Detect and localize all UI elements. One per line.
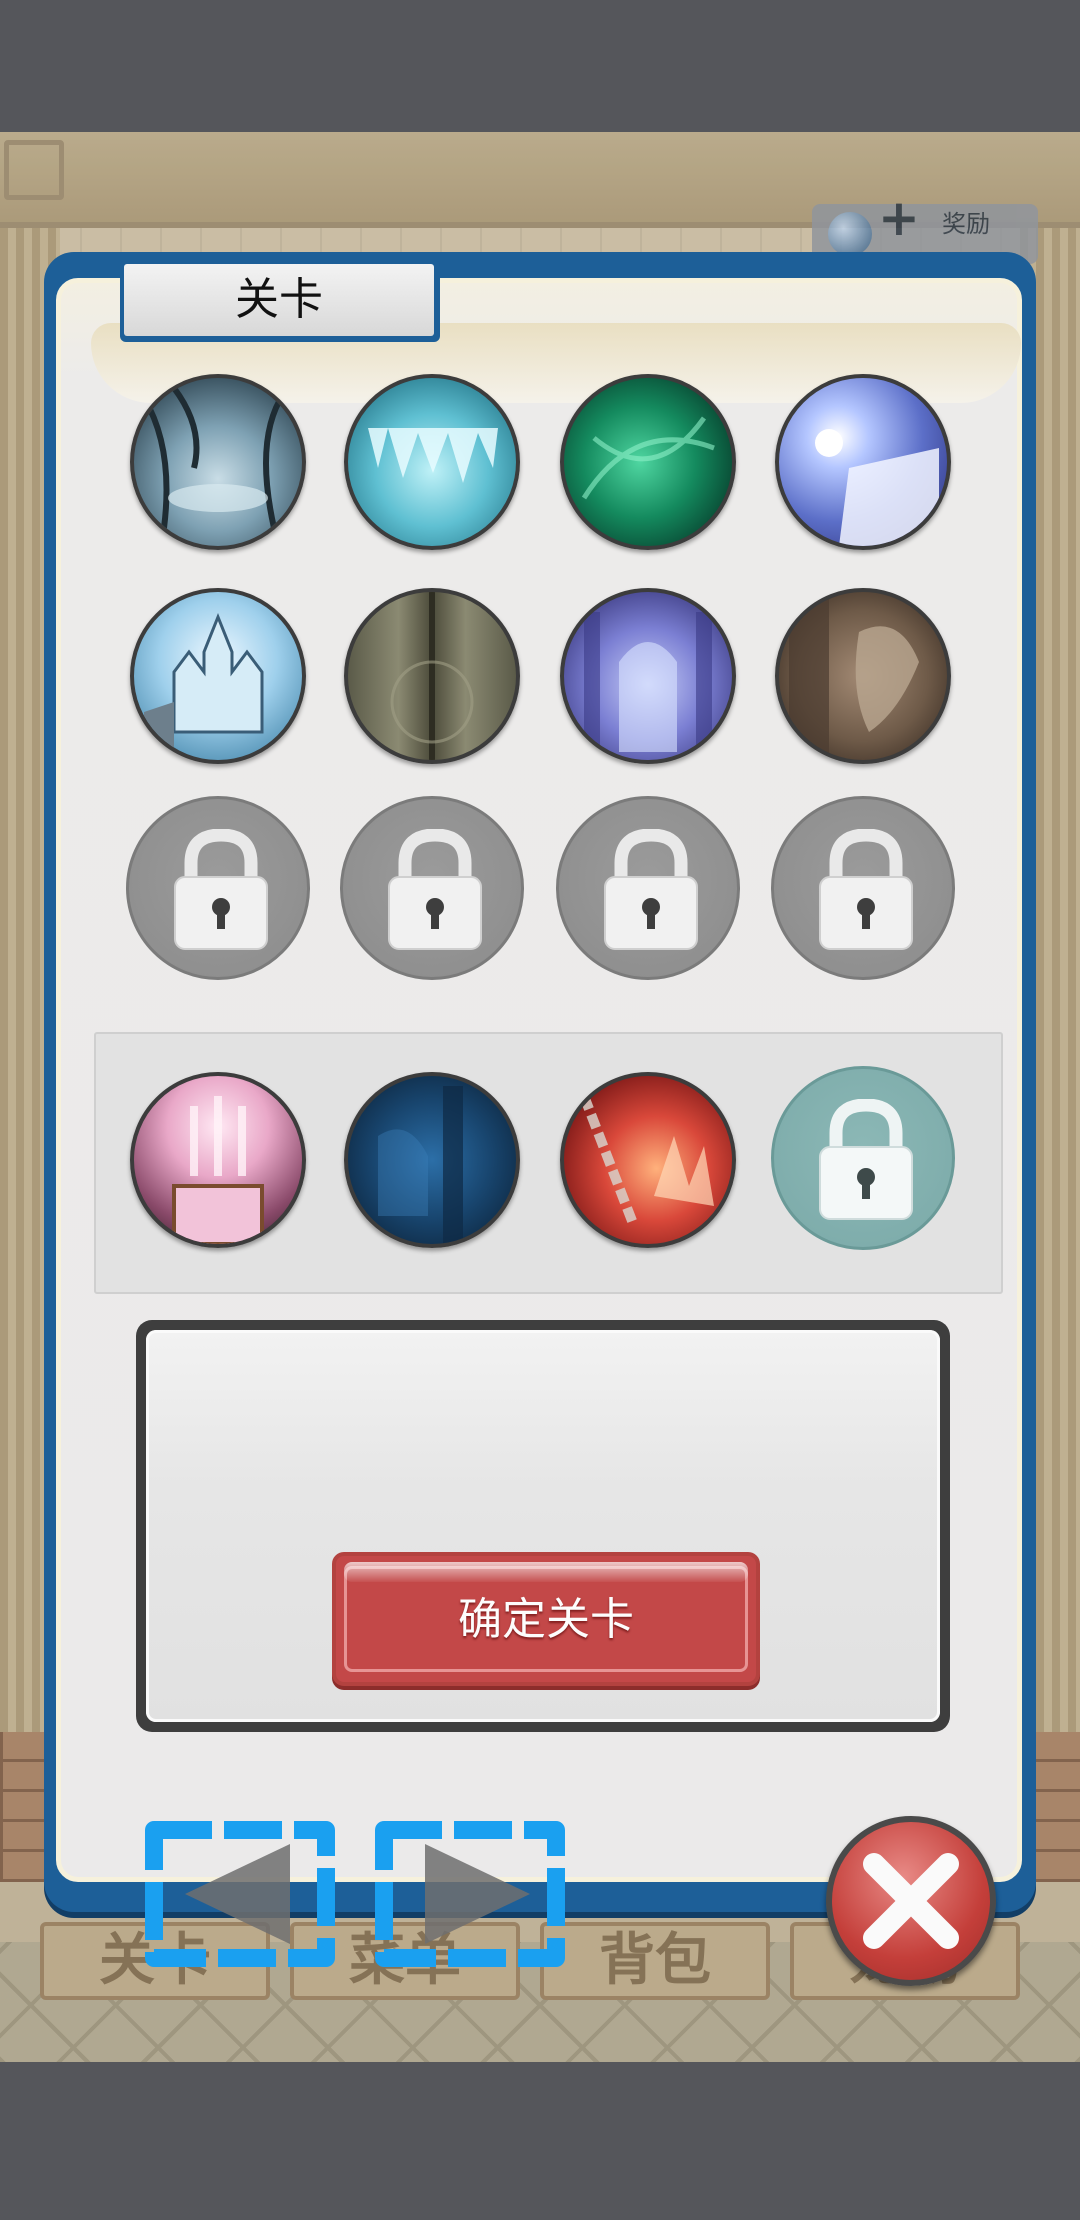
level-violet-hall[interactable] bbox=[560, 588, 736, 764]
dialog-title-tab: 关卡 bbox=[120, 260, 440, 342]
locked-level-slot[interactable] bbox=[340, 796, 524, 980]
level-crystal-castle[interactable] bbox=[130, 588, 306, 764]
level-gargoyle-library[interactable] bbox=[775, 588, 951, 764]
gargoyle-art bbox=[789, 592, 919, 760]
icicles-art bbox=[368, 428, 498, 483]
dialog-title: 关卡 bbox=[124, 264, 434, 336]
lock-icon bbox=[388, 829, 482, 950]
locked-special-level-slot[interactable] bbox=[771, 1066, 955, 1250]
lock-icon bbox=[604, 829, 698, 950]
inferno-chain-art bbox=[579, 1094, 714, 1228]
level-frozen-waterfall[interactable] bbox=[775, 374, 951, 550]
prev-page-button[interactable] bbox=[140, 1814, 340, 1974]
locked-level-slot[interactable] bbox=[126, 796, 310, 980]
right-arrow-icon bbox=[375, 1821, 565, 1967]
close-dialog-button[interactable] bbox=[826, 1816, 996, 1986]
confirm-level-button[interactable]: 确定关卡 bbox=[332, 1552, 760, 1686]
confirm-level-label: 确定关卡 bbox=[458, 1594, 634, 1645]
emerald-swirl-art bbox=[581, 416, 715, 500]
locked-level-slot[interactable] bbox=[556, 796, 740, 980]
bottom-letterbox bbox=[0, 2062, 1080, 2220]
lock-icon bbox=[819, 829, 913, 950]
waterfall-art bbox=[815, 429, 939, 546]
level-stone-corridor[interactable] bbox=[344, 588, 520, 764]
arch-art bbox=[584, 612, 712, 760]
level-blue-dungeon[interactable] bbox=[344, 1072, 520, 1248]
left-arrow-icon bbox=[145, 1821, 335, 1967]
dungeon-art bbox=[378, 1086, 463, 1244]
corridor-art bbox=[390, 592, 474, 760]
throne-art bbox=[172, 1096, 264, 1244]
close-icon bbox=[863, 1853, 959, 1949]
level-emerald-cavern[interactable] bbox=[560, 374, 736, 550]
swamp-trees-art bbox=[141, 386, 287, 529]
level-chained-inferno[interactable] bbox=[560, 1072, 736, 1248]
lock-icon bbox=[174, 829, 268, 950]
castle-art bbox=[144, 612, 264, 760]
locked-level-slot[interactable] bbox=[771, 796, 955, 980]
next-page-button[interactable] bbox=[370, 1814, 570, 1974]
lock-icon bbox=[819, 1099, 913, 1220]
level-swamp-forest[interactable] bbox=[130, 374, 306, 550]
level-rose-throne[interactable] bbox=[130, 1072, 306, 1248]
level-ice-cave[interactable] bbox=[344, 374, 520, 550]
